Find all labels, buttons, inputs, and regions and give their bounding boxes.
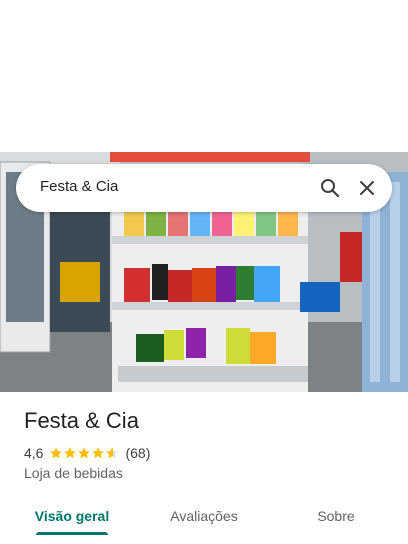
star-rating xyxy=(49,446,119,460)
search-icon[interactable] xyxy=(318,176,342,200)
star-icon xyxy=(50,447,63,459)
tab-reviews[interactable]: Avaliações xyxy=(156,496,252,536)
search-query-text[interactable]: Festa & Cia xyxy=(40,178,118,195)
tab-overview[interactable]: Visão geral xyxy=(24,496,120,536)
place-name: Festa & Cia xyxy=(24,408,139,433)
review-count[interactable]: (68) xyxy=(125,445,150,461)
tab-about[interactable]: Sobre xyxy=(296,496,376,536)
star-icon xyxy=(78,447,91,459)
place-category: Loja de bebidas xyxy=(24,465,123,481)
rating-row[interactable]: 4,6 (68) xyxy=(24,444,150,462)
search-bar[interactable]: Festa & Cia xyxy=(16,164,392,212)
map-blank-area xyxy=(0,0,408,152)
tab-bar: Visão geral Avaliações Sobre xyxy=(0,496,408,544)
close-icon[interactable] xyxy=(355,176,379,200)
star-icon xyxy=(64,447,77,459)
half-star-icon xyxy=(106,447,119,459)
active-tab-indicator xyxy=(36,532,108,535)
rating-value: 4,6 xyxy=(24,445,44,461)
star-icon xyxy=(92,447,105,459)
